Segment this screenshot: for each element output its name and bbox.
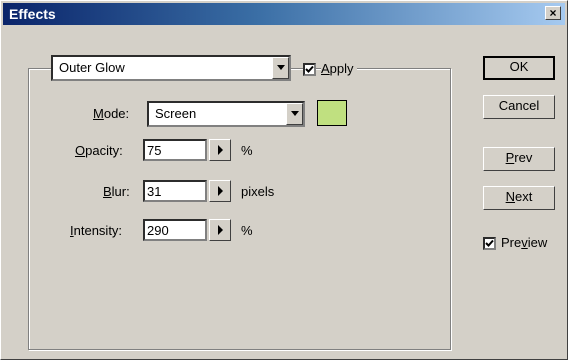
effect-type-value: Outer Glow <box>59 60 125 75</box>
apply-label[interactable]: Apply <box>321 61 357 76</box>
blur-label: Blur: <box>103 184 130 199</box>
mode-select[interactable]: Screen <box>147 101 305 127</box>
intensity-label: Intensity: <box>70 223 123 238</box>
intensity-field[interactable]: 290 <box>143 219 207 241</box>
chevron-down-icon[interactable] <box>286 103 303 125</box>
cancel-button[interactable]: Cancel <box>483 95 555 119</box>
effect-type-select[interactable]: Outer Glow <box>51 55 291 81</box>
window-title: Effects <box>9 6 56 22</box>
mode-value: Screen <box>155 106 197 121</box>
title-bar: Effects × <box>3 3 565 25</box>
effects-dialog: Effects × Outer Glow Apply Mode: Screen … <box>0 0 568 360</box>
next-button[interactable]: Next <box>483 186 555 210</box>
opacity-field[interactable]: 75 <box>143 139 207 161</box>
opacity-slider-arrow-icon[interactable] <box>209 139 231 161</box>
checkmark-icon <box>485 239 494 247</box>
blur-slider-arrow-icon[interactable] <box>209 180 231 202</box>
ok-button[interactable]: OK <box>483 56 555 80</box>
checkmark-icon <box>305 65 314 73</box>
prev-button[interactable]: Prev <box>483 147 555 171</box>
glow-color-swatch[interactable] <box>317 100 347 126</box>
blur-field[interactable]: 31 <box>143 180 207 202</box>
blur-unit: pixels <box>241 184 275 199</box>
apply-checkbox[interactable] <box>303 63 316 76</box>
close-icon: × <box>549 6 557 20</box>
close-button[interactable]: × <box>545 6 561 20</box>
opacity-label: Opacity: <box>75 143 123 158</box>
mode-label: Mode: <box>93 106 130 121</box>
preview-label[interactable]: Preview <box>501 235 547 250</box>
intensity-unit: % <box>241 223 253 238</box>
chevron-down-icon[interactable] <box>272 57 289 79</box>
preview-checkbox[interactable] <box>483 237 496 250</box>
opacity-unit: % <box>241 143 253 158</box>
intensity-slider-arrow-icon[interactable] <box>209 219 231 241</box>
